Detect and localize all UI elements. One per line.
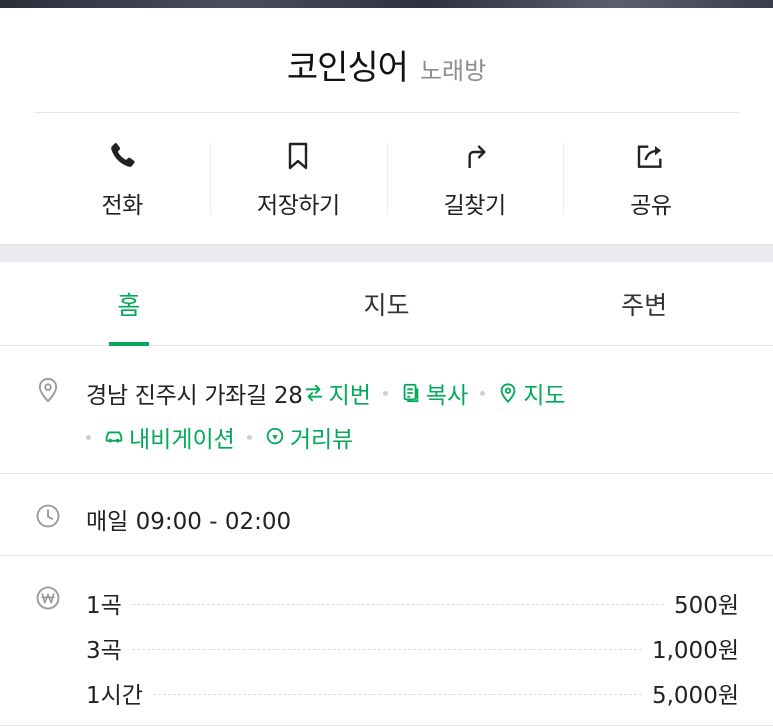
hours-row: 매일 09:00 - 02:00 bbox=[0, 474, 773, 556]
dotted-leader bbox=[131, 649, 642, 650]
streetview-link[interactable]: 거리뷰 bbox=[264, 420, 353, 454]
title-row: 코인싱어 노래방 bbox=[0, 40, 773, 89]
place-header: 코인싱어 노래방 전화 저장하기 길찾기 공유 bbox=[0, 8, 773, 244]
tab-nearby[interactable]: 주변 bbox=[515, 262, 773, 345]
price-name: 3곡 bbox=[86, 637, 122, 664]
dotted-leader bbox=[152, 694, 642, 695]
share-icon bbox=[637, 145, 662, 168]
copy-label: 복사 bbox=[425, 383, 469, 409]
call-label: 전화 bbox=[101, 193, 143, 219]
streetview-icon bbox=[266, 427, 284, 445]
car-icon bbox=[105, 431, 123, 443]
price-row: 1곡 500원 3곡 1,000원 1시간 5,000원 bbox=[0, 556, 773, 726]
jibun-toggle-link[interactable]: 지번 bbox=[303, 376, 371, 410]
price-value: 5,000원 bbox=[651, 682, 739, 709]
price-name: 1시간 bbox=[86, 682, 143, 709]
price-value: 500원 bbox=[673, 592, 739, 619]
address-line-2: 내비게이션 거리뷰 bbox=[86, 420, 353, 454]
divider bbox=[34, 112, 739, 113]
separator-dot bbox=[246, 434, 252, 440]
bookmark-icon bbox=[289, 142, 308, 170]
share-button[interactable]: 공유 bbox=[562, 128, 739, 228]
price-item: 1시간 5,000원 bbox=[86, 670, 739, 715]
price-name: 1곡 bbox=[86, 592, 122, 619]
place-name: 코인싱어 bbox=[286, 48, 409, 88]
clock-icon bbox=[34, 502, 62, 530]
price-item: 3곡 1,000원 bbox=[86, 625, 739, 670]
address-text: 경남 진주시 가좌길 28 bbox=[86, 383, 303, 409]
map-link[interactable]: 지도 bbox=[497, 376, 566, 410]
address-row: 경남 진주시 가좌길 28 지번 복사 지도 내비게이션 거리뷰 bbox=[0, 346, 773, 474]
price-item: 1곡 500원 bbox=[86, 580, 739, 625]
price-list: 1곡 500원 3곡 1,000원 1시간 5,000원 bbox=[86, 580, 739, 715]
map-pin-icon bbox=[500, 383, 516, 404]
price-value: 1,000원 bbox=[651, 637, 739, 664]
phone-icon bbox=[111, 143, 135, 167]
cover-photo-strip bbox=[0, 0, 773, 8]
separator-dot bbox=[382, 390, 388, 396]
copy-icon bbox=[403, 383, 419, 403]
dotted-leader bbox=[131, 604, 664, 605]
call-button[interactable]: 전화 bbox=[34, 128, 210, 228]
directions-button[interactable]: 길찾기 bbox=[386, 128, 563, 228]
share-label: 공유 bbox=[630, 193, 672, 219]
streetview-label: 거리뷰 bbox=[289, 427, 354, 453]
navigation-link[interactable]: 내비게이션 bbox=[103, 420, 235, 454]
copy-address-link[interactable]: 복사 bbox=[400, 376, 468, 410]
tab-bar: 홈 지도 주변 bbox=[0, 262, 773, 346]
save-label: 저장하기 bbox=[257, 193, 340, 219]
action-bar: 전화 저장하기 길찾기 공유 bbox=[34, 128, 739, 228]
navigation-label: 내비게이션 bbox=[129, 427, 235, 453]
location-pin-icon bbox=[34, 376, 62, 404]
tab-map[interactable]: 지도 bbox=[258, 262, 516, 345]
address-line-1: 경남 진주시 가좌길 28 지번 복사 지도 bbox=[86, 376, 566, 410]
separator-dot bbox=[86, 434, 91, 440]
tab-home[interactable]: 홈 bbox=[0, 262, 258, 345]
map-label: 지도 bbox=[523, 383, 566, 409]
save-button[interactable]: 저장하기 bbox=[210, 128, 386, 228]
business-hours: 매일 09:00 - 02:00 bbox=[86, 509, 292, 535]
info-section: 경남 진주시 가좌길 28 지번 복사 지도 내비게이션 거리뷰 매일 09:0… bbox=[0, 346, 773, 726]
section-gap bbox=[0, 244, 773, 262]
separator-dot bbox=[480, 390, 486, 396]
swap-icon bbox=[305, 384, 322, 402]
jibun-label: 지번 bbox=[328, 383, 371, 409]
directions-icon bbox=[468, 145, 486, 168]
directions-label: 길찾기 bbox=[443, 193, 506, 219]
place-category: 노래방 bbox=[419, 57, 487, 85]
won-currency-icon bbox=[34, 584, 62, 612]
